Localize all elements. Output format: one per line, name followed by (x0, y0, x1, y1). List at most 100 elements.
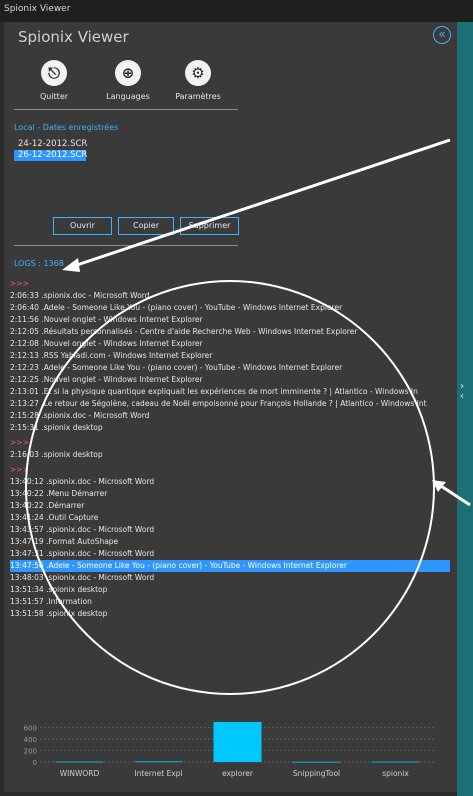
log-time: 2:16:03 (10, 450, 39, 459)
double-chevron-left-icon[interactable]: « (433, 26, 451, 44)
log-text: .Adele - Someone Like You - (piano cover… (43, 561, 347, 570)
bar-spionix (371, 761, 420, 763)
log-entry[interactable]: 2:11:56 .Nouvel onglet - Windows Interne… (10, 314, 450, 326)
x-tick-label: Internet Expl (134, 769, 182, 778)
y-tick-label: 200 (24, 748, 37, 756)
window-titlebar: Spionix Viewer (0, 0, 473, 22)
quit-button[interactable]: ⎋ Quitter (19, 60, 89, 101)
open-button[interactable]: Ouvrir (53, 217, 112, 235)
log-text: .spionix.doc - Microsoft Word (43, 549, 155, 558)
log-text: .spionix.doc - Microsoft Word (43, 477, 155, 486)
log-text: .RSS Yahiadi.com - Windows Internet Expl… (38, 351, 213, 360)
copy-button[interactable]: Copier (118, 217, 174, 235)
settings-button[interactable]: ⚙ Paramètres (163, 60, 233, 101)
usage-chart: 600 400 200 0 WINWORD Internet Expl explorer Sn… (20, 718, 440, 782)
log-list[interactable]: >>> 2:06:33 .spionix.doc - Microsoft Word… (10, 278, 450, 620)
log-entry[interactable]: 2:16:03 .spionix desktop (10, 449, 450, 461)
log-entry[interactable]: 2:12:23 .Adele - Someone Like You - (pia… (10, 362, 450, 374)
log-time: 2:12:25 (10, 375, 39, 384)
log-entry[interactable]: 2:06:33 .spionix.doc - Microsoft Word (10, 290, 450, 302)
log-time: 2:13:01 (10, 387, 39, 396)
log-entry[interactable]: 2:13:27 .Le retour de Ségolène, cadeau d… (10, 398, 450, 410)
log-text: .Outil Capture (43, 513, 99, 522)
log-text: .Adele - Someone Like You - (piano cover… (38, 303, 343, 312)
log-entry[interactable]: 2:12:13 .RSS Yahiadi.com - Windows Inter… (10, 350, 450, 362)
log-text: .Démarrer (43, 501, 85, 510)
log-text: .Format AutoShape (43, 537, 119, 546)
log-time: 13:48:03 (10, 573, 44, 582)
log-text: .spionix.doc - Microsoft Word (38, 291, 150, 300)
log-entry[interactable]: 2:12:05 .Résultats personnalisés - Centr… (10, 326, 450, 338)
file-item-selected[interactable]: 26-12-2012.SCR (14, 150, 87, 161)
log-text: .Et si la physique quantique expliquait … (38, 387, 418, 396)
log-entry[interactable]: 13:41:24 .Outil Capture (10, 512, 450, 524)
y-tick-label: 600 (24, 725, 37, 733)
log-text: .Menu Démarrer (43, 489, 108, 498)
usage-chart-svg: 600 400 200 0 WINWORD Internet Expl explorer Sn… (24, 722, 435, 778)
side-drawer-handle[interactable]: › ‹ (457, 22, 473, 796)
log-text: .spionix.doc - Microsoft Word (43, 573, 155, 582)
log-text: .spionix.doc - Microsoft Word (43, 525, 155, 534)
log-time: 13:47:19 (10, 537, 44, 546)
languages-label: Languages (106, 92, 150, 101)
chevron-right-icon[interactable]: › ‹ (460, 382, 464, 402)
delete-button[interactable]: Supprimer (180, 217, 239, 235)
log-time: 13:40:22 (10, 489, 44, 498)
log-entry[interactable]: 2:13:01 .Et si la physique quantique exp… (10, 386, 450, 398)
log-time: 2:12:08 (10, 339, 39, 348)
log-text: .Résultats personnalisés - Centre d'aide… (38, 327, 358, 336)
languages-button[interactable]: ⊕ Languages (93, 60, 163, 101)
log-text: .spionix.doc - Microsoft Word (38, 411, 150, 420)
log-time: 2:12:13 (10, 351, 39, 360)
file-item[interactable]: 24-12-2012.SCR (14, 139, 87, 150)
log-time: 13:43:57 (10, 525, 44, 534)
log-time: 2:12:05 (10, 327, 39, 336)
log-time: 13:51:57 (10, 597, 44, 606)
log-entry[interactable]: 2:15:31 .spionix desktop (10, 422, 450, 434)
log-time: 2:12:23 (10, 363, 39, 372)
log-time: 2:13:27 (10, 399, 39, 408)
log-entry[interactable]: 13:40:22 .Démarrer (10, 500, 450, 512)
y-tick-label: 400 (24, 736, 37, 744)
log-text: .Nouvel onglet - Windows Internet Explor… (38, 339, 203, 348)
log-entry[interactable]: 2:15:28 .spionix.doc - Microsoft Word (10, 410, 450, 422)
log-entry[interactable]: 13:47:31 .spionix.doc - Microsoft Word (10, 548, 450, 560)
file-list: 24-12-2012.SCR 26-12-2012.SCR (14, 139, 164, 161)
log-text: .spionix desktop (43, 585, 108, 594)
log-entry[interactable]: 13:43:57 .spionix.doc - Microsoft Word (10, 524, 450, 536)
settings-label: Paramètres (175, 92, 221, 101)
log-time: 13:51:58 (10, 609, 44, 618)
log-text: .spionix desktop (43, 609, 108, 618)
log-entry[interactable]: 13:47:19 .Format AutoShape (10, 536, 450, 548)
x-tick-label: explorer (222, 769, 254, 778)
bar-internet-expl (134, 761, 183, 763)
log-entry[interactable]: 13:51:57 .Information (10, 596, 450, 608)
log-time: 13:40:22 (10, 501, 44, 510)
log-entry[interactable]: 2:12:25 .Nouvel onglet - Windows Interne… (10, 374, 450, 386)
divider (14, 245, 238, 246)
divider (14, 109, 238, 110)
log-separator: >>> (10, 465, 29, 474)
globe-icon: ⊕ (115, 60, 141, 86)
gear-icon: ⚙ (185, 60, 211, 86)
log-entry[interactable]: 13:51:34 .spionix desktop (10, 584, 450, 596)
log-separator: >>> (10, 279, 29, 288)
log-text: .spionix desktop (38, 450, 103, 459)
window-title: Spionix Viewer (4, 4, 71, 14)
log-entry[interactable]: 13:47:56 .Adele - Someone Like You - (pi… (10, 560, 450, 572)
log-entry[interactable]: 13:40:12 .spionix.doc - Microsoft Word (10, 476, 450, 488)
log-entry[interactable]: 13:48:03 .spionix.doc - Microsoft Word (10, 572, 450, 584)
quit-label: Quitter (39, 92, 69, 101)
bar-winword (55, 761, 104, 763)
log-time: 2:06:40 (10, 303, 39, 312)
log-entry[interactable]: 2:06:40 .Adele - Someone Like You - (pia… (10, 302, 450, 314)
log-text: .Nouvel onglet - Windows Internet Explor… (38, 375, 203, 384)
bar-explorer (213, 722, 262, 762)
log-entry[interactable]: 2:12:08 .Nouvel onglet - Windows Interne… (10, 338, 450, 350)
log-entry[interactable]: 13:51:58 .spionix desktop (10, 608, 450, 620)
log-entry[interactable]: 13:40:22 .Menu Démarrer (10, 488, 450, 500)
log-time: 13:41:24 (10, 513, 44, 522)
log-time: 2:11:56 (10, 315, 39, 324)
logs-count-label: LOGS : 1368 (14, 259, 64, 268)
log-time: 2:15:28 (10, 411, 39, 420)
